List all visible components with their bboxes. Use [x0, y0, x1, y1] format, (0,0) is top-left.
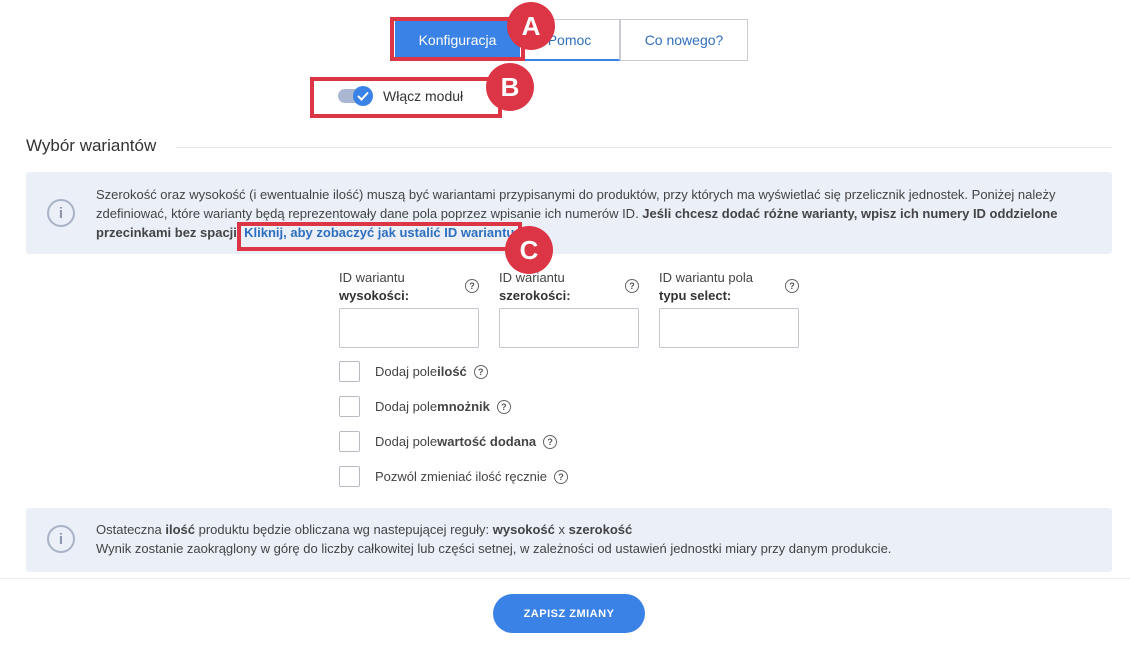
rounding-note: Wynik zostanie zaokrąglony w górę do lic…	[96, 541, 892, 556]
annotation-box-c	[237, 222, 522, 251]
help-icon[interactable]: ?	[553, 469, 568, 484]
checkbox-label: Dodaj pole	[375, 434, 438, 449]
checkbox-label-bold: mnożnik	[437, 399, 490, 414]
info-icon: i	[47, 199, 75, 227]
help-icon[interactable]: ?	[473, 364, 488, 379]
section-title: Wybór wariantów	[26, 136, 157, 155]
formula-part: x	[554, 522, 569, 537]
checkbox-row-manual-quantity[interactable]: Pozwól zmieniać ilość ręcznie ?	[339, 466, 568, 487]
checkbox-row-quantity[interactable]: Dodaj pole ilość ?	[339, 361, 488, 382]
field-label-bold: wysokości:	[339, 288, 410, 303]
height-variant-field: ID wariantu wysokości: ?	[339, 269, 479, 348]
width-variant-input[interactable]	[499, 308, 639, 348]
formula-part-bold: szerokość	[568, 522, 633, 537]
help-icon[interactable]: ?	[625, 279, 639, 293]
formula-part: Ostateczna	[96, 522, 166, 537]
footer-divider	[0, 578, 1130, 579]
field-label: ID wariantu	[339, 270, 405, 285]
height-variant-input[interactable]	[339, 308, 479, 348]
section-divider	[176, 147, 1112, 148]
field-label: ID wariantu pola	[659, 270, 753, 285]
checkbox-label: Dodaj pole	[375, 364, 438, 379]
field-label-bold: szerokości:	[499, 288, 571, 303]
tab-co-nowego[interactable]: Co nowego?	[620, 19, 748, 61]
annotation-badge-a: A	[507, 2, 555, 50]
info-icon: i	[47, 525, 75, 553]
annotation-box-a	[390, 17, 525, 61]
field-label-bold: typu select:	[659, 288, 732, 303]
manual-quantity-checkbox[interactable]	[339, 466, 360, 487]
help-icon[interactable]: ?	[785, 279, 799, 293]
formula-part: produktu będzie obliczana wg nastepujące…	[195, 522, 493, 537]
annotation-badge-c: C	[505, 226, 553, 274]
help-icon[interactable]: ?	[465, 279, 479, 293]
formula-text: Ostateczna ilość produktu będzie oblicza…	[96, 520, 1092, 539]
help-icon[interactable]: ?	[543, 434, 558, 449]
added-value-checkbox[interactable]	[339, 431, 360, 452]
multiplier-checkbox[interactable]	[339, 396, 360, 417]
select-variant-field: ID wariantu pola typu select: ?	[659, 269, 799, 348]
checkbox-row-added-value[interactable]: Dodaj pole wartość dodana ?	[339, 431, 558, 452]
info-box-formula: i Ostateczna ilość produktu będzie oblic…	[26, 508, 1112, 572]
save-changes-button[interactable]: ZAPISZ ZMIANY	[493, 594, 645, 633]
checkbox-label: Pozwól zmieniać ilość ręcznie	[375, 469, 547, 484]
annotation-box-b	[310, 77, 502, 118]
formula-part-bold: wysokość	[492, 522, 555, 537]
checkbox-label: Dodaj pole	[375, 399, 438, 414]
width-variant-field: ID wariantu szerokości: ?	[499, 269, 639, 348]
info-box-variants: i Szerokość oraz wysokość (i ewentualnie…	[26, 172, 1112, 254]
checkbox-row-multiplier[interactable]: Dodaj pole mnożnik ?	[339, 396, 511, 417]
quantity-checkbox[interactable]	[339, 361, 360, 382]
annotation-badge-b: B	[486, 63, 534, 111]
formula-part-bold: ilość	[165, 522, 195, 537]
checkbox-label-bold: wartość dodana	[437, 434, 537, 449]
help-icon[interactable]: ?	[496, 399, 511, 414]
select-variant-input[interactable]	[659, 308, 799, 348]
checkbox-label-bold: ilość	[437, 364, 467, 379]
